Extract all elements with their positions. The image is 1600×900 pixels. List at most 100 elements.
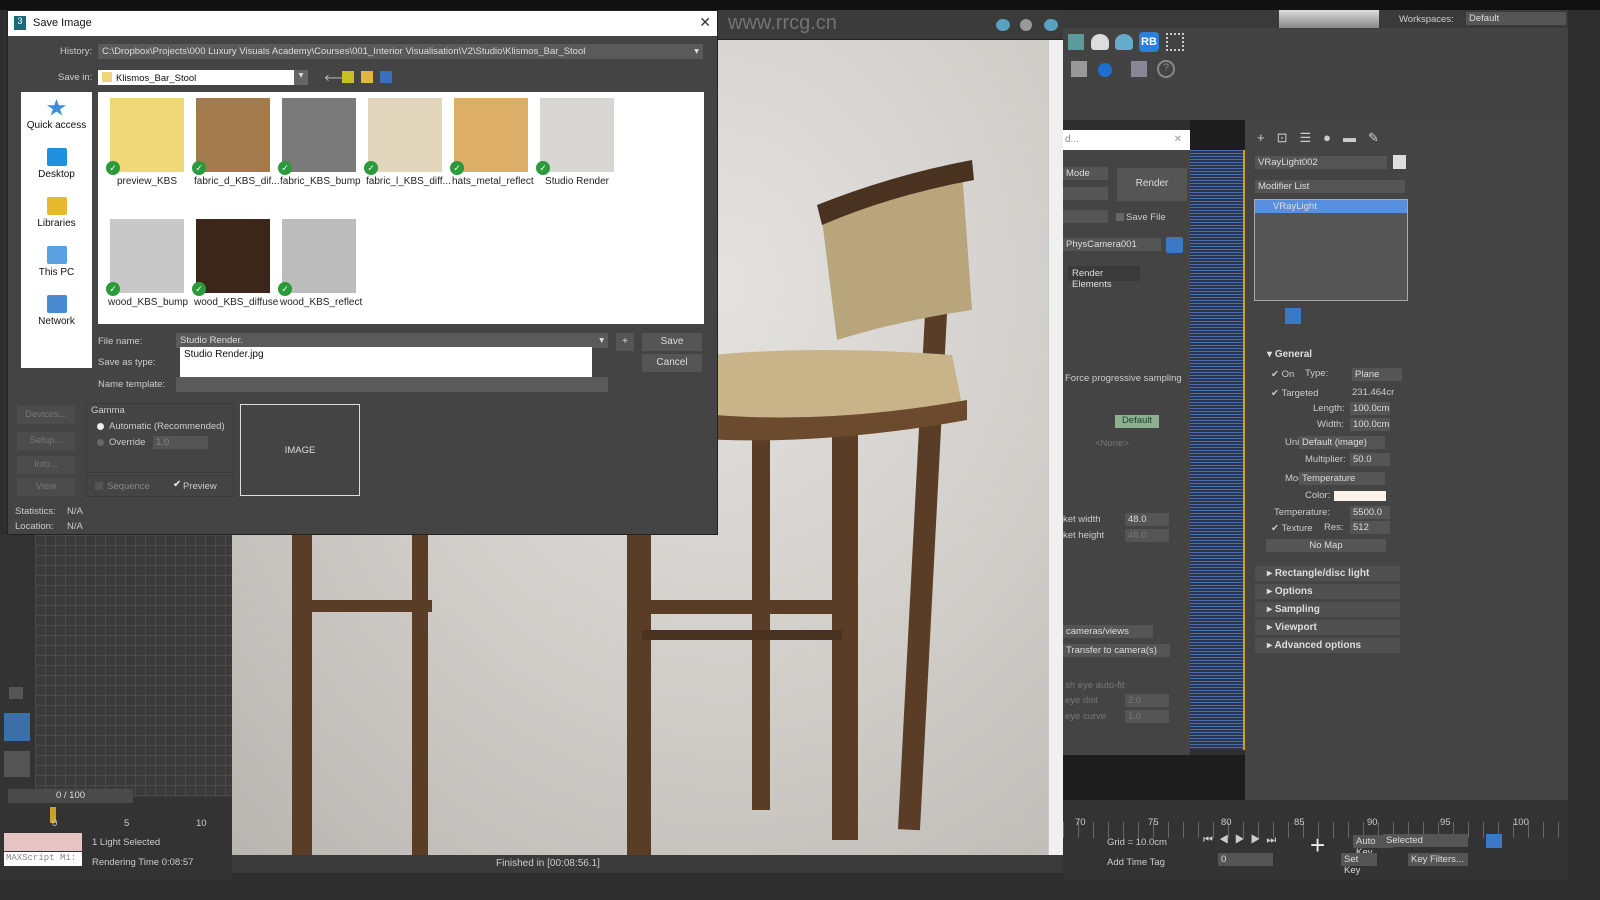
tab-render-elements[interactable]: Render Elements <box>1068 266 1140 290</box>
key-selection-dropdown[interactable]: Selected <box>1383 834 1468 847</box>
layers-icon[interactable] <box>1131 61 1147 77</box>
file-item[interactable]: ✓ hats_metal_reflect <box>450 98 534 187</box>
grid-icon[interactable] <box>1166 33 1184 51</box>
maxscript-input[interactable]: MAXScript Mi: <box>4 852 82 866</box>
place-libraries[interactable]: Libraries <box>21 190 92 239</box>
no-map-button[interactable]: No Map <box>1266 539 1386 552</box>
file-name-input[interactable]: Studio Render. ▾ <box>176 333 608 348</box>
name-template-dropdown[interactable] <box>176 377 608 392</box>
place-this-pc[interactable]: This PC <box>21 239 92 288</box>
info-button[interactable]: Info... <box>17 456 75 474</box>
devices-button[interactable]: Devices... <box>17 406 75 424</box>
teapot-icon[interactable] <box>996 19 1010 31</box>
left-viewport[interactable] <box>35 535 232 797</box>
viewport-layout-icon[interactable] <box>4 713 30 741</box>
stop-icon[interactable] <box>1020 19 1032 31</box>
override-spinner[interactable]: 1.0 <box>153 436 208 449</box>
render-frame-icon[interactable] <box>1068 34 1084 50</box>
file-item[interactable]: ✓ fabric_d_KBS_dif... <box>192 98 280 187</box>
bucket-height-spinner[interactable]: 48.0 <box>1125 529 1169 542</box>
playback-controls[interactable]: ⏮◀▶▶⏭ <box>1203 834 1282 847</box>
file-item[interactable]: ✓ fabric_l_KBS_diff... <box>364 98 451 187</box>
eye-curve-spinner[interactable]: 1.0 <box>1125 710 1169 723</box>
rollout-item[interactable]: ▸ Rectangle/disc light <box>1255 566 1400 581</box>
set-key-button[interactable]: Set Key <box>1341 853 1377 876</box>
key-filters-button[interactable]: Key Filters... <box>1408 853 1468 866</box>
rollout-item[interactable]: ▸ Options <box>1255 584 1400 599</box>
rollout-item[interactable]: ▸ Advanced options <box>1255 638 1400 653</box>
file-item[interactable]: ✓ Studio Render <box>536 98 616 187</box>
render-teapot-icon[interactable] <box>1091 34 1109 50</box>
camera-dropdown[interactable]: PhysCamera001 <box>1063 238 1161 251</box>
save-button[interactable]: Save <box>642 333 702 351</box>
maxscript-listener[interactable] <box>4 833 82 851</box>
temperature-spinner[interactable]: 5500.0 <box>1350 506 1390 519</box>
view-button[interactable]: View <box>17 478 75 496</box>
modifier-list-dropdown[interactable]: Modifier List <box>1255 180 1405 193</box>
time-slider[interactable]: 0 / 100 <box>8 789 133 803</box>
rollout-general[interactable]: ▾ General <box>1255 347 1400 362</box>
radio-override[interactable] <box>97 439 104 446</box>
units-dropdown[interactable]: Default (image) <box>1299 436 1385 449</box>
cameras-dropdown[interactable]: cameras/views <box>1063 625 1153 638</box>
texture-checkbox[interactable]: Texture <box>1281 523 1312 534</box>
wireframe-viewport[interactable] <box>1190 150 1245 750</box>
type-dropdown[interactable]: Plane <box>1352 368 1402 381</box>
multiplier-spinner[interactable]: 50.0 <box>1350 453 1390 466</box>
object-color-swatch[interactable] <box>1393 155 1406 169</box>
stack-item-vraylight[interactable]: VRayLight <box>1255 200 1407 213</box>
preview-checkbox[interactable]: ✔ <box>173 479 181 490</box>
file-item[interactable]: ✓ preview_KBS <box>106 98 186 187</box>
on-checkbox[interactable]: On <box>1282 369 1295 380</box>
rebusfarm-icon[interactable]: RB <box>1139 32 1159 52</box>
file-item[interactable]: ✓ wood_KBS_reflect <box>278 219 362 308</box>
width-spinner[interactable]: 100.0cm <box>1350 418 1390 431</box>
add-button[interactable]: + <box>616 333 634 351</box>
close-icon[interactable]: ✕ <box>1174 134 1182 145</box>
help-icon[interactable]: ? <box>1157 60 1175 78</box>
place-desktop[interactable]: Desktop <box>21 141 92 190</box>
teapot-icon[interactable] <box>1044 19 1058 31</box>
history-dropdown[interactable]: C:\Dropbox\Projects\000 Luxury Visuals A… <box>98 44 703 59</box>
place-quick-access[interactable]: Quick access <box>21 92 92 141</box>
play-icon[interactable] <box>9 687 23 699</box>
bucket-width-spinner[interactable]: 48.0 <box>1125 513 1169 526</box>
setup-button[interactable]: Setup... <box>17 432 75 450</box>
sequence-checkbox[interactable] <box>95 482 103 490</box>
rollout-item[interactable]: ▸ Viewport <box>1255 620 1400 635</box>
material-icon[interactable] <box>1071 61 1087 77</box>
workspace-dropdown[interactable]: Default <box>1466 12 1566 25</box>
res-spinner[interactable]: 512 <box>1350 521 1390 534</box>
file-item[interactable]: ✓ wood_KBS_bump <box>106 219 188 308</box>
add-time-tag-button[interactable]: Add Time Tag <box>1107 857 1165 868</box>
new-folder-icon[interactable] <box>361 71 373 83</box>
viewport-layout-icon[interactable] <box>4 751 30 777</box>
length-spinner[interactable]: 100.0cm <box>1350 402 1390 415</box>
file-item[interactable]: ✓ fabric_KBS_bump <box>278 98 361 187</box>
preset-dropdown[interactable] <box>1063 187 1108 200</box>
mode-dropdown[interactable]: Mode <box>1063 167 1108 180</box>
pin-stack-icon[interactable] <box>1285 308 1301 324</box>
render-active-icon[interactable] <box>1115 34 1133 50</box>
mode-dropdown[interactable]: Temperature <box>1299 472 1385 485</box>
save-file-checkbox[interactable] <box>1116 213 1124 221</box>
current-frame-input[interactable]: 0 <box>1218 853 1273 866</box>
place-network[interactable]: Network <box>21 288 92 337</box>
close-icon[interactable]: ✕ <box>699 14 711 31</box>
render-scrollbar[interactable] <box>1048 40 1063 855</box>
default-button[interactable]: Default <box>1115 415 1159 428</box>
radio-automatic[interactable] <box>97 423 104 430</box>
file-item[interactable]: ✓ wood_KBS_diffuse <box>192 219 278 308</box>
targeted-checkbox[interactable]: Targeted <box>1281 388 1318 399</box>
set-key-icon[interactable]: + <box>1310 830 1325 861</box>
color-swatch[interactable] <box>1334 491 1386 501</box>
view-dropdown[interactable] <box>1063 210 1108 223</box>
save-in-dropdown[interactable]: Klismos_Bar_Stool ▾ <box>98 70 308 85</box>
autocomplete-popup[interactable]: Studio Render.jpg <box>180 347 592 379</box>
command-tabs[interactable]: +⊡☰●▬✎ <box>1257 130 1407 146</box>
transfer-button[interactable]: Transfer to camera(s) <box>1063 644 1170 657</box>
autocomplete-item[interactable]: Studio Render.jpg <box>184 349 264 360</box>
none-button[interactable]: <None> <box>1095 438 1129 449</box>
viewport-nav-icon[interactable] <box>1486 834 1502 848</box>
object-name-input[interactable]: VRayLight002 <box>1255 156 1387 169</box>
